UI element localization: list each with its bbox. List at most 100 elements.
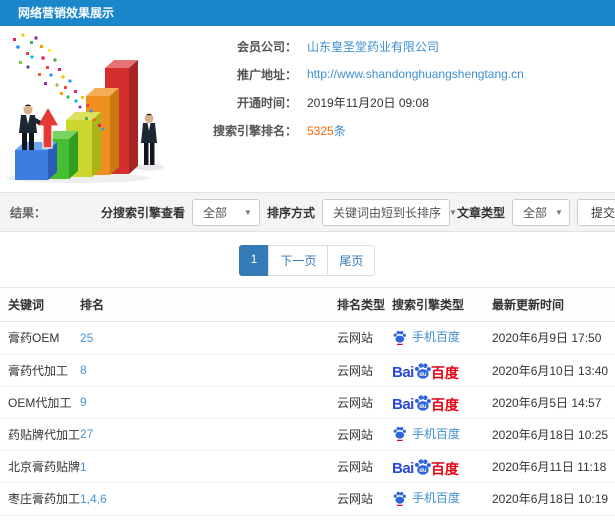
keyword-cell: 北京膏药贴牌 [0,450,80,483]
updated-time-cell: 2020年6月5日 14:57 [492,386,615,419]
chevron-down-icon: ▼ [555,207,563,217]
baidu-logo: Bai du 百度 [392,393,459,412]
table-row: OEM代加工 9 云网站 Bai du 百度 2020年6月5日 14:57 [0,386,615,419]
header-rank-type: 排名类型 [337,287,392,322]
mobile-baidu-label: 手机百度 [412,330,461,344]
baidu-paw-icon: du [414,459,431,475]
updated-time-cell: 2020年6月10日 13:40 [492,354,615,387]
engine-type-cell: 手机百度 [392,418,492,451]
rank-type-cell: 云网站 [337,354,392,387]
seo-rank-count-number: 5325 [307,123,334,138]
pagination-page-1[interactable]: 1 [238,245,270,276]
engine-filter-value: 全部 [202,205,227,220]
filter-controls: 分搜索引擎查看 全部 ▼ 排序方式 关键词由短到长排序 ▼ 文章类型 全部 ▼ … [101,198,615,226]
field-seo-rank-count: 搜索引擎排名： 5325条 [193,116,615,144]
rank-type-cell: 云网站 [337,386,392,419]
open-time-label: 开通时间： [236,95,297,110]
sort-filter-label: 排序方式 [266,205,315,220]
seo-rank-count-label: 搜索引擎排名： [212,123,297,138]
engine-type-cell: 手机百度 [392,321,492,355]
sort-filter-select[interactable]: 关键词由短到长排序 ▼ [321,198,457,226]
member-company-label: 会员公司： [236,39,297,54]
pagination-next-button[interactable]: 下一页 [268,245,329,276]
baidu-logo-du-text: du [419,372,427,378]
member-company-link[interactable]: 山东皇圣堂药业有限公司 [307,38,439,55]
seo-rank-count-unit: 条 [333,123,346,138]
field-promo-url: 推广地址： http://www.shandonghuangshengtang.… [193,60,615,88]
rank-link[interactable]: 25 [80,331,93,345]
mobile-baidu-logo: 手机百度 [392,328,460,345]
baidu-logo-bai-text: Bai [392,395,414,413]
rank-type-cell: 云网站 [337,450,392,483]
header-engine-type: 搜索引擎类型 [392,287,492,322]
rank-type-cell: 云网站 [337,321,392,355]
baidu-logo: Bai du 百度 [392,361,459,380]
updated-time-cell: 2020年6月18日 10:25 [492,418,615,451]
keyword-ranking-table: 关键词 排名 排名类型 搜索引擎类型 最新更新时间 膏药OEM 25 云网站 手机百… [0,287,615,520]
table-row: 医疗器械厂家4云网站 Bai du 百度 2020年5月29日 10:32 [0,515,615,520]
table-row: 膏药OEM 25 云网站 手机百度 2020年6月9日 17:50 [0,321,615,355]
baidu-logo-cn-text: 百度 [430,364,459,381]
rank-cell: 25 [80,321,337,355]
engine-type-cell: Bai du 百度 [392,386,492,419]
baidu-logo-bai-text: Bai [392,460,414,477]
pagination-last-button[interactable]: 尾页 [327,245,376,276]
rank-link[interactable]: 1,4,6 [80,492,107,506]
keyword-cell: 枣庄膏药加工 [0,482,80,516]
sort-filter-value: 关键词由短到长排序 [332,205,441,220]
open-time-value: 2019年11月20日 09:08 [307,95,429,110]
company-info-fields: 会员公司： 山东皇圣堂药业有限公司 推广地址： http://www.shand… [193,26,615,144]
rank-link[interactable]: 27 [80,427,93,441]
baidu-logo-du-text: du [419,468,427,474]
table-row: 枣庄膏药加工 1,4,6 云网站 手机百度 2020年6月18日 10:19 [0,482,615,516]
engine-type-cell: Bai du 百度 [392,354,492,387]
header-keyword: 关键词 [0,287,80,322]
rank-cell: 4 [80,515,337,520]
filter-bar: 结果： 分搜索引擎查看 全部 ▼ 排序方式 关键词由短到长排序 ▼ 文章类型 全… [0,192,615,232]
engine-filter-select[interactable]: 全部 ▼ [191,198,260,226]
businessman-right [141,113,157,165]
promo-url-label: 推广地址： [236,67,297,82]
baidu-paw-icon: du [414,394,431,411]
engine-type-cell: 手机百度 [392,482,492,516]
rank-type-cell: 云网站 [337,515,392,520]
updated-time-cell: 2020年6月11日 11:18 [492,450,615,483]
baidu-logo-bai-text: Bai [392,363,414,381]
rank-cell: 8 [80,354,337,387]
chevron-down-icon: ▼ [448,207,457,217]
baidu-logo-du-text: du [419,404,427,410]
keyword-cell: 膏药OEM [0,321,80,355]
submit-button[interactable]: 提交 [576,198,615,226]
header-updated: 最新更新时间 [492,287,615,322]
updated-time-cell: 2020年6月9日 17:50 [492,321,615,355]
rank-link[interactable]: 9 [80,395,87,409]
baidu-logo-cn-text: 百度 [430,461,459,477]
chevron-down-icon: ▼ [244,207,252,217]
mobile-baidu-logo: 手机百度 [392,489,460,506]
mobile-baidu-label: 手机百度 [412,426,461,441]
keyword-cell: 膏药代加工 [0,354,80,387]
company-info-panel: 会员公司： 山东皇圣堂药业有限公司 推广地址： http://www.shand… [0,26,615,192]
pagination: 1 下一页 尾页 [0,245,615,276]
table-row: 药贴牌代加工 27 云网站 手机百度 2020年6月18日 10:25 [0,418,615,451]
rank-link[interactable]: 8 [80,363,87,377]
keyword-cell: 医疗器械厂家 [0,515,80,520]
rank-type-cell: 云网站 [337,418,392,451]
rank-cell: 9 [80,386,337,419]
baidu-paw-icon [393,330,406,345]
keyword-cell: OEM代加工 [0,386,80,419]
article-type-filter-value: 全部 [522,205,547,220]
mobile-baidu-label: 手机百度 [412,491,461,505]
rank-link[interactable]: 1 [80,460,87,474]
promo-url-link[interactable]: http://www.shandonghuangshengtang.cn [307,67,524,81]
marketing-growth-chart-illustration [6,33,164,183]
baidu-paw-icon: du [414,362,431,379]
baidu-paw-icon [393,491,406,506]
updated-time-cell: 2020年5月29日 10:32 [492,515,615,520]
article-type-filter-label: 文章类型 [456,205,505,220]
baidu-logo-cn-text: 百度 [430,396,459,413]
table-row: 膏药代加工 8 云网站 Bai du 百度 2020年6月10日 13:40 [0,354,615,387]
result-label: 结果： [10,205,47,220]
field-member-company: 会员公司： 山东皇圣堂药业有限公司 [193,32,615,60]
article-type-filter-select[interactable]: 全部 ▼ [511,198,570,226]
